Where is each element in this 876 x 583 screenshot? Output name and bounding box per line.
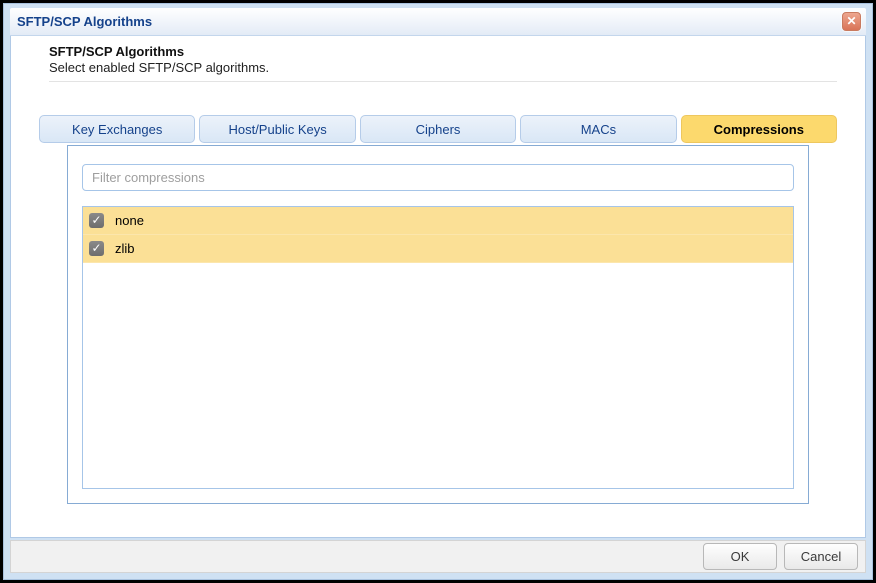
tab-macs[interactable]: MACs <box>520 115 676 143</box>
list-item-zlib[interactable]: ✓ zlib <box>83 235 793 263</box>
tab-area: Key Exchanges Host/Public Keys Ciphers M… <box>39 115 837 504</box>
cancel-button[interactable]: Cancel <box>784 543 858 570</box>
tab-ciphers[interactable]: Ciphers <box>360 115 516 143</box>
filter-compressions-input[interactable] <box>82 164 794 191</box>
dialog-body: SFTP/SCP Algorithms Select enabled SFTP/… <box>10 36 866 538</box>
compressions-list: ✓ none ✓ zlib <box>82 206 794 489</box>
ok-button[interactable]: OK <box>703 543 777 570</box>
checkbox-zlib-checked-icon[interactable]: ✓ <box>89 241 104 256</box>
tab-host-public-keys[interactable]: Host/Public Keys <box>199 115 355 143</box>
dialog-footer: OK Cancel <box>10 540 866 573</box>
header-title: SFTP/SCP Algorithms <box>49 44 837 60</box>
list-item-label: none <box>115 213 144 228</box>
tab-key-exchanges[interactable]: Key Exchanges <box>39 115 195 143</box>
checkbox-none-checked-icon[interactable]: ✓ <box>89 213 104 228</box>
header-subtitle: Select enabled SFTP/SCP algorithms. <box>49 60 837 82</box>
list-item-label: zlib <box>115 241 135 256</box>
dialog-window: SFTP/SCP Algorithms ✕ SFTP/SCP Algorithm… <box>0 0 876 583</box>
tab-compressions[interactable]: Compressions <box>681 115 837 143</box>
list-item-none[interactable]: ✓ none <box>83 207 793 235</box>
close-icon[interactable]: ✕ <box>842 12 861 31</box>
tab-strip: Key Exchanges Host/Public Keys Ciphers M… <box>39 115 837 143</box>
header-section: SFTP/SCP Algorithms Select enabled SFTP/… <box>11 36 865 82</box>
dialog-title: SFTP/SCP Algorithms <box>17 14 152 29</box>
compressions-panel: ✓ none ✓ zlib <box>67 145 809 504</box>
dialog-titlebar: SFTP/SCP Algorithms ✕ <box>10 8 866 36</box>
